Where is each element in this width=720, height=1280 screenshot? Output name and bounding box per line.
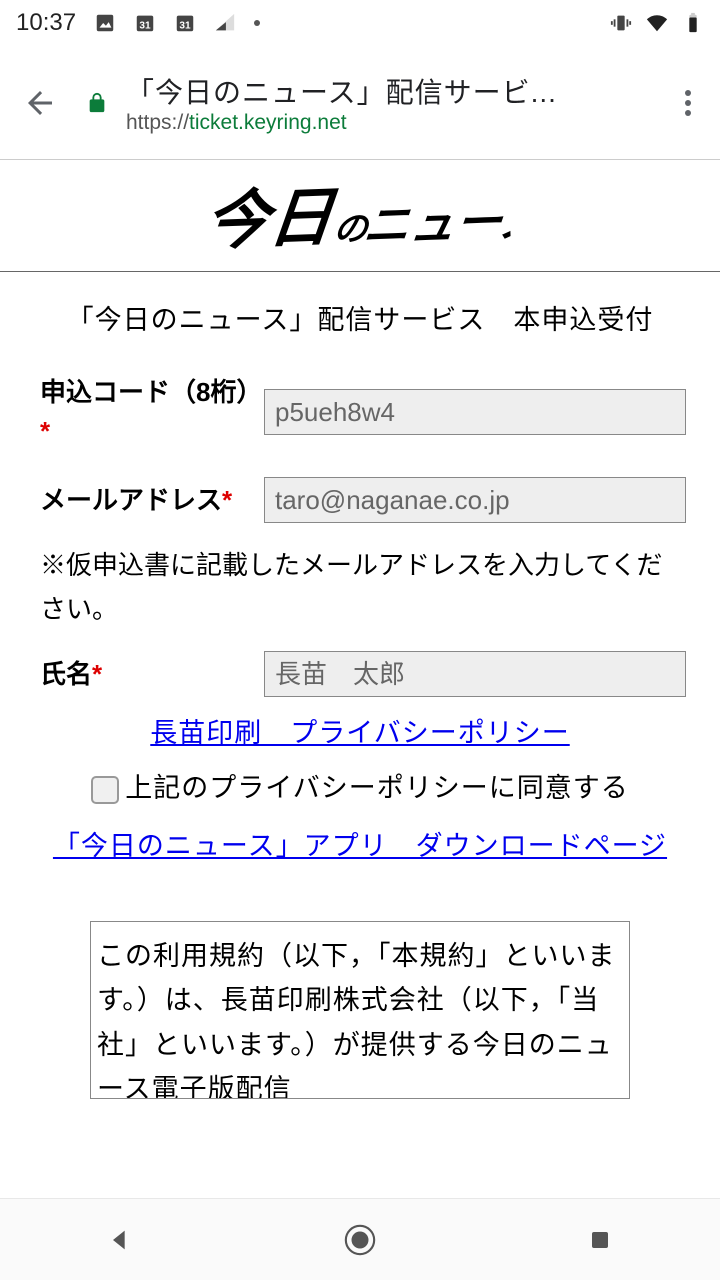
name-input[interactable] — [264, 651, 686, 697]
signal-icon — [214, 12, 236, 34]
consent-checkbox[interactable] — [91, 776, 119, 804]
required-mark: * — [92, 659, 102, 689]
consent-label: 上記のプライバシーポリシーに同意する — [125, 773, 628, 803]
calendar-icon-2: 31 — [174, 12, 196, 34]
email-label: メールアドレス* — [40, 481, 264, 520]
svg-text:ニュース: ニュース — [361, 195, 511, 252]
logo: 今日 の ニュース — [0, 160, 720, 271]
privacy-link-row: 長苗印刷 プライバシーポリシー — [0, 711, 720, 750]
download-link-row: 「今日のニュース」アプリ ダウンロードページ — [0, 821, 720, 872]
nav-home-button[interactable] — [325, 1215, 395, 1265]
page-url: https://ticket.keyring.net — [126, 111, 656, 135]
consent-row: 上記のプライバシーポリシーに同意する — [0, 766, 720, 805]
code-label: 申込コード（8桁） * — [40, 373, 264, 451]
image-icon — [94, 12, 116, 34]
required-mark: * — [222, 485, 232, 515]
email-note: ※仮申込書に記載したメールアドレスを入力してください。 — [40, 543, 686, 631]
terms-box[interactable]: この利用規約（以下，「本規約」といいます。）は、長苗印刷株式会社（以下，「当社」… — [90, 921, 630, 1099]
privacy-policy-link[interactable]: 長苗印刷 プライバシーポリシー — [150, 718, 569, 748]
battery-icon — [682, 12, 704, 34]
required-mark: * — [40, 416, 50, 446]
back-button[interactable] — [20, 83, 60, 123]
email-input[interactable] — [264, 477, 686, 523]
calendar-icon: 31 — [134, 12, 156, 34]
nav-back-button[interactable] — [85, 1215, 155, 1265]
page-title: 「今日のニュース」配信サービ... — [126, 71, 656, 111]
page-content: 今日 の ニュース 「今日のニュース」配信サービス 本申込受付 申込コード（8桁… — [0, 160, 720, 1099]
more-notifications-dot — [254, 20, 260, 26]
app-download-link[interactable]: 「今日のニュース」アプリ ダウンロードページ — [53, 831, 667, 861]
code-input[interactable] — [264, 389, 686, 435]
vibrate-icon — [610, 12, 632, 34]
status-time: 10:37 — [16, 9, 76, 37]
system-nav-bar — [0, 1198, 720, 1280]
browser-bar: 「今日のニュース」配信サービ... https://ticket.keyring… — [0, 46, 720, 160]
address-info[interactable]: 「今日のニュース」配信サービ... https://ticket.keyring… — [126, 71, 656, 135]
browser-menu-button[interactable] — [668, 83, 708, 123]
name-label: 氏名* — [40, 655, 264, 694]
lock-icon — [84, 90, 110, 116]
signup-form: 申込コード（8桁） * メールアドレス* ※仮申込書に記載したメールアドレスを入… — [0, 361, 720, 697]
svg-text:31: 31 — [179, 21, 191, 32]
svg-text:今日: 今日 — [209, 182, 341, 258]
page-heading: 「今日のニュース」配信サービス 本申込受付 — [0, 271, 720, 361]
status-bar: 10:37 31 31 — [0, 0, 720, 46]
svg-text:31: 31 — [139, 21, 151, 32]
wifi-icon — [646, 12, 668, 34]
nav-recent-button[interactable] — [565, 1215, 635, 1265]
